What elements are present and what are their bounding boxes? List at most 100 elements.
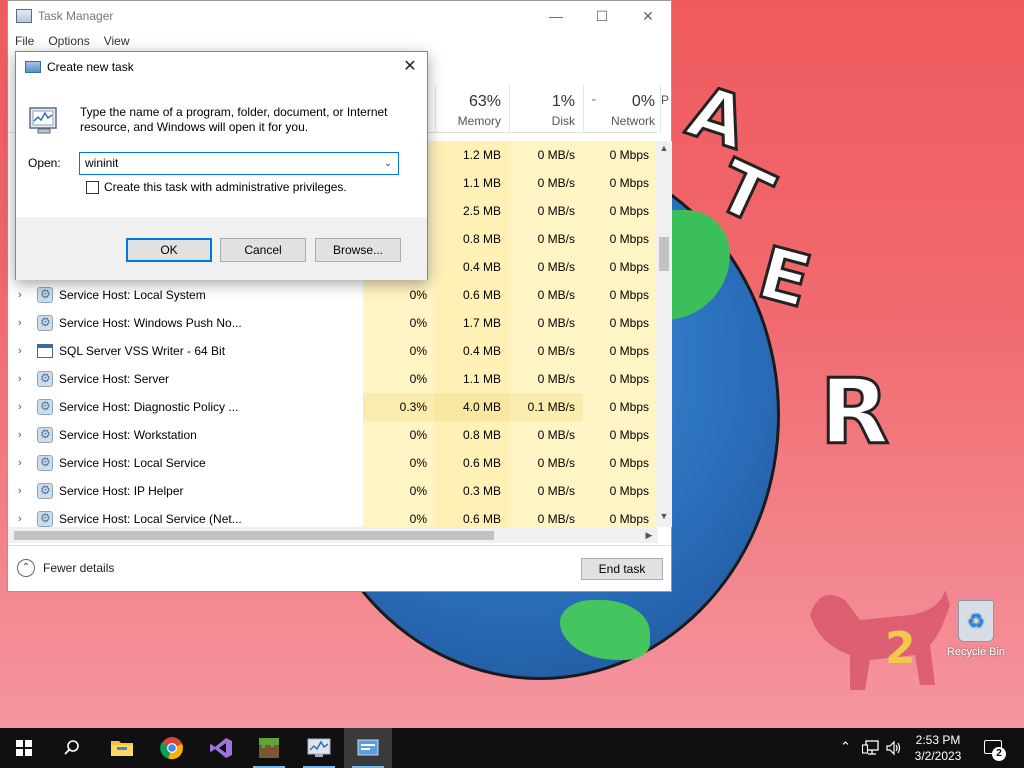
gear-icon xyxy=(37,371,53,387)
disk-cell: 0 MB/s xyxy=(509,449,583,477)
admin-privileges-checkbox[interactable] xyxy=(86,180,99,194)
expand-chevron-icon[interactable]: › xyxy=(18,345,22,357)
scroll-up-arrow-icon[interactable]: ▲ xyxy=(656,143,672,157)
disk-cell: 0 MB/s xyxy=(509,421,583,449)
dialog-description: Type the name of a program, folder, docu… xyxy=(80,105,388,134)
process-row[interactable]: › Service Host: Local System 0%0.6 MB0 MB/… xyxy=(8,281,658,309)
process-name: Service Host: IP Helper xyxy=(59,484,184,498)
task-manager-large-icon xyxy=(29,107,57,134)
disk-cell: 0 MB/s xyxy=(509,477,583,505)
fewer-details-label: Fewer details xyxy=(43,561,115,575)
admin-privileges-option[interactable]: Create this task with administrative pri… xyxy=(86,180,347,194)
memory-cell: 1.1 MB xyxy=(435,365,509,393)
recycle-bin-icon xyxy=(958,600,994,642)
process-row[interactable]: › Service Host: Local Service 0%0.6 MB0 MB… xyxy=(8,449,658,477)
file-explorer-button[interactable] xyxy=(98,728,146,768)
vertical-scroll-thumb[interactable] xyxy=(659,237,669,271)
wallpaper-number: 2 xyxy=(885,623,916,674)
gear-icon xyxy=(37,455,53,471)
fewer-details-link[interactable]: ⌃ Fewer details xyxy=(17,559,114,577)
ok-button[interactable]: OK xyxy=(126,238,212,262)
menu-file[interactable]: File xyxy=(15,34,34,48)
action-center-button[interactable]: 2 xyxy=(980,734,1008,762)
disk-cell: 0 MB/s xyxy=(509,197,583,225)
expand-chevron-icon[interactable]: › xyxy=(18,457,22,469)
sort-chevron-icon: ⌄ xyxy=(590,93,598,103)
task-manager-icon xyxy=(16,9,32,23)
browse-button[interactable]: Browse... xyxy=(315,238,401,262)
taskbar-clock[interactable]: 2:53 PM 3/2/2023 xyxy=(905,732,971,764)
disk-cell: 0 MB/s xyxy=(509,169,583,197)
menu-options[interactable]: Options xyxy=(48,34,89,48)
expand-chevron-icon[interactable]: › xyxy=(18,401,22,413)
scroll-right-arrow-icon[interactable]: ▶ xyxy=(642,527,656,543)
expand-chevron-icon[interactable]: › xyxy=(18,373,22,385)
process-row[interactable]: › Service Host: Windows Push No... 0%1.7 M… xyxy=(8,309,658,337)
process-row[interactable]: › Service Host: Workstation 0%0.8 MB0 MB/s… xyxy=(8,421,658,449)
disk-total: 1% xyxy=(551,93,575,110)
network-cell: 0 Mbps xyxy=(583,365,657,393)
search-button[interactable] xyxy=(48,728,96,768)
expand-chevron-icon[interactable]: › xyxy=(18,289,22,301)
memory-cell: 1.7 MB xyxy=(435,309,509,337)
minecraft-button[interactable] xyxy=(245,728,293,768)
volume-icon[interactable] xyxy=(885,740,903,756)
expand-chevron-icon[interactable]: › xyxy=(18,513,22,525)
network-cell: 0 Mbps xyxy=(583,309,657,337)
menu-view[interactable]: View xyxy=(104,34,130,48)
cancel-button[interactable]: Cancel xyxy=(220,238,306,262)
disk-cell: 0 MB/s xyxy=(509,337,583,365)
column-header-network[interactable]: ⌄ 0% Network xyxy=(583,85,663,133)
visual-studio-icon xyxy=(210,738,232,758)
run-dialog-taskbar-button[interactable] xyxy=(344,728,392,768)
process-row[interactable]: › Service Host: Diagnostic Policy ... 0.3%… xyxy=(8,393,658,421)
open-combobox[interactable]: wininit ⌄ xyxy=(79,152,399,175)
cpu-cell: 0% xyxy=(363,281,435,309)
vertical-scrollbar[interactable]: ▲ ▼ xyxy=(656,141,672,527)
process-name: Service Host: Local Service xyxy=(59,456,206,470)
expand-chevron-icon[interactable]: › xyxy=(18,485,22,497)
horizontal-scrollbar[interactable]: ▶ xyxy=(8,527,658,543)
memory-cell: 0.3 MB xyxy=(435,477,509,505)
taskbar: ⌃ 2:53 PM 3/2/2023 2 xyxy=(0,728,1024,768)
task-manager-taskbar-button[interactable] xyxy=(295,728,343,768)
disk-cell: 0 MB/s xyxy=(509,505,583,527)
column-header-power[interactable]: P xyxy=(660,85,672,133)
end-task-button[interactable]: End task xyxy=(581,558,663,580)
maximize-button[interactable]: ☐ xyxy=(579,1,625,31)
process-row[interactable]: › SQL Server VSS Writer - 64 Bit 0% 0.4 MB 0… xyxy=(8,337,658,365)
minecraft-icon xyxy=(259,738,279,758)
recycle-bin-shortcut[interactable]: Recycle Bin xyxy=(944,600,1008,658)
chevron-down-icon[interactable]: ⌄ xyxy=(379,154,397,173)
process-row[interactable]: › Service Host: Local Service (Net... 0%0.… xyxy=(8,505,658,527)
memory-cell: 0.8 MB xyxy=(435,225,509,253)
dialog-titlebar[interactable]: Create new task xyxy=(16,52,427,82)
close-button[interactable]: ✕ xyxy=(625,1,671,31)
expand-chevron-icon[interactable]: › xyxy=(18,317,22,329)
network-cell: 0 Mbps xyxy=(583,477,657,505)
process-row[interactable]: › Service Host: Server 0%1.1 MB0 MB/s0 Mbp… xyxy=(8,365,658,393)
scroll-down-arrow-icon[interactable]: ▼ xyxy=(656,511,672,525)
disk-cell: 0 MB/s xyxy=(509,365,583,393)
column-header-memory[interactable]: 63% Memory xyxy=(435,85,509,133)
start-button[interactable] xyxy=(0,728,48,768)
show-hidden-icons-chevron-icon[interactable]: ⌃ xyxy=(840,739,851,755)
chrome-icon xyxy=(160,737,183,760)
gear-icon xyxy=(37,511,53,527)
cpu-cell: 0% xyxy=(363,477,435,505)
process-name: Service Host: Diagnostic Policy ... xyxy=(59,400,239,414)
expand-chevron-icon[interactable]: › xyxy=(18,429,22,441)
memory-cell: 0.8 MB xyxy=(435,421,509,449)
network-cell: 0 Mbps xyxy=(583,337,657,365)
open-input[interactable]: wininit xyxy=(85,156,118,170)
visual-studio-button[interactable] xyxy=(197,728,245,768)
network-icon[interactable] xyxy=(862,740,880,756)
notification-count-badge: 2 xyxy=(992,747,1006,761)
memory-cell: 0.6 MB xyxy=(435,281,509,309)
dialog-close-button[interactable]: ✕ xyxy=(393,52,427,82)
column-header-disk[interactable]: 1% Disk xyxy=(509,85,583,133)
horizontal-scroll-thumb[interactable] xyxy=(14,531,494,540)
process-row[interactable]: › Service Host: IP Helper 0%0.3 MB0 MB/s0 … xyxy=(8,477,658,505)
chrome-button[interactable] xyxy=(148,728,196,768)
minimize-button[interactable]: — xyxy=(533,1,579,31)
